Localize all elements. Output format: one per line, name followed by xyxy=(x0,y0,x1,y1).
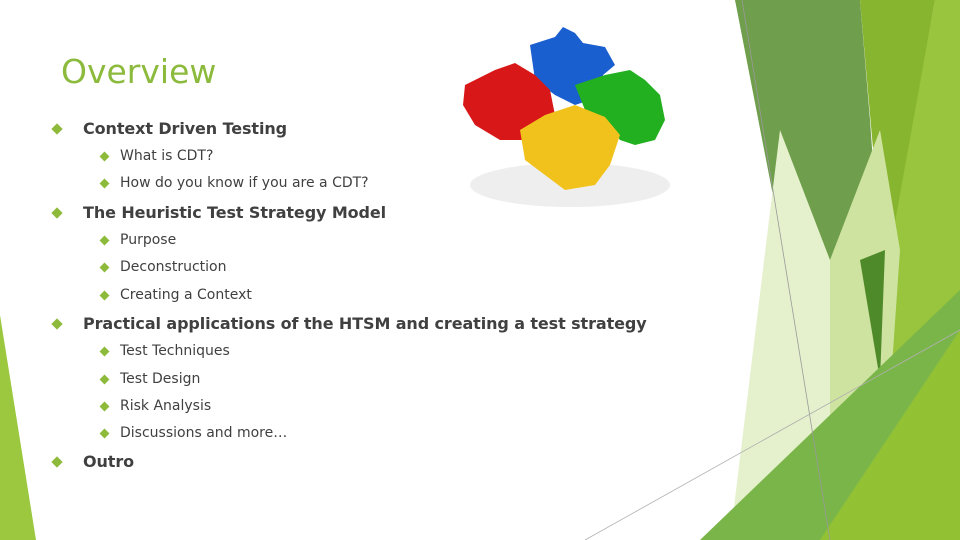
bullet-item: Context Driven Testing xyxy=(51,119,288,138)
sub-bullet-label: Deconstruction xyxy=(120,259,227,275)
left-green-shape xyxy=(0,315,36,540)
sub-bullet-item: Creating a Context xyxy=(99,287,252,303)
diamond-bullet-icon xyxy=(51,455,63,468)
sub-bullet-label: Test Design xyxy=(120,371,201,387)
bullet-label: Outro xyxy=(83,452,135,471)
slide-title: Overview xyxy=(61,52,217,91)
diamond-bullet-icon xyxy=(99,262,110,272)
sub-bullet-label: What is CDT? xyxy=(120,148,214,164)
bullet-label: Context Driven Testing xyxy=(83,119,288,138)
diamond-bullet-icon xyxy=(99,428,110,438)
puzzle-pieces-icon xyxy=(463,27,670,207)
sub-bullet-item: Discussions and more… xyxy=(99,425,288,441)
sub-bullet-label: Purpose xyxy=(120,232,177,248)
diamond-bullet-icon xyxy=(99,346,110,356)
diamond-bullet-icon xyxy=(99,401,110,411)
sub-bullet-item: Test Techniques xyxy=(99,343,230,359)
diamond-bullet-icon xyxy=(99,235,110,245)
sub-bullet-item: Test Design xyxy=(99,371,201,387)
diamond-bullet-icon xyxy=(51,206,63,219)
sub-bullet-label: Risk Analysis xyxy=(120,398,212,414)
sub-bullet-label: Discussions and more… xyxy=(120,425,288,441)
diamond-bullet-icon xyxy=(99,151,110,161)
sub-bullet-label: How do you know if you are a CDT? xyxy=(120,175,369,191)
diamond-bullet-icon xyxy=(99,178,110,188)
sub-bullet-item: Risk Analysis xyxy=(99,398,212,414)
sub-bullet-label: Creating a Context xyxy=(120,287,252,303)
diamond-bullet-icon xyxy=(99,290,110,300)
sub-bullet-item: Deconstruction xyxy=(99,259,227,275)
bullet-item: Practical applications of the HTSM and c… xyxy=(51,314,647,333)
bullet-item: Outro xyxy=(51,452,135,471)
sub-bullet-label: Test Techniques xyxy=(120,343,230,359)
sub-bullet-item: How do you know if you are a CDT? xyxy=(99,175,369,191)
sub-bullet-item: Purpose xyxy=(99,232,177,248)
diamond-bullet-icon xyxy=(51,317,63,330)
diamond-bullet-icon xyxy=(99,374,110,384)
bullet-item: The Heuristic Test Strategy Model xyxy=(51,203,387,222)
sub-bullet-item: What is CDT? xyxy=(99,148,214,164)
diamond-bullet-icon xyxy=(51,122,63,135)
bullet-label: The Heuristic Test Strategy Model xyxy=(83,203,387,222)
bullet-label: Practical applications of the HTSM and c… xyxy=(83,314,647,333)
